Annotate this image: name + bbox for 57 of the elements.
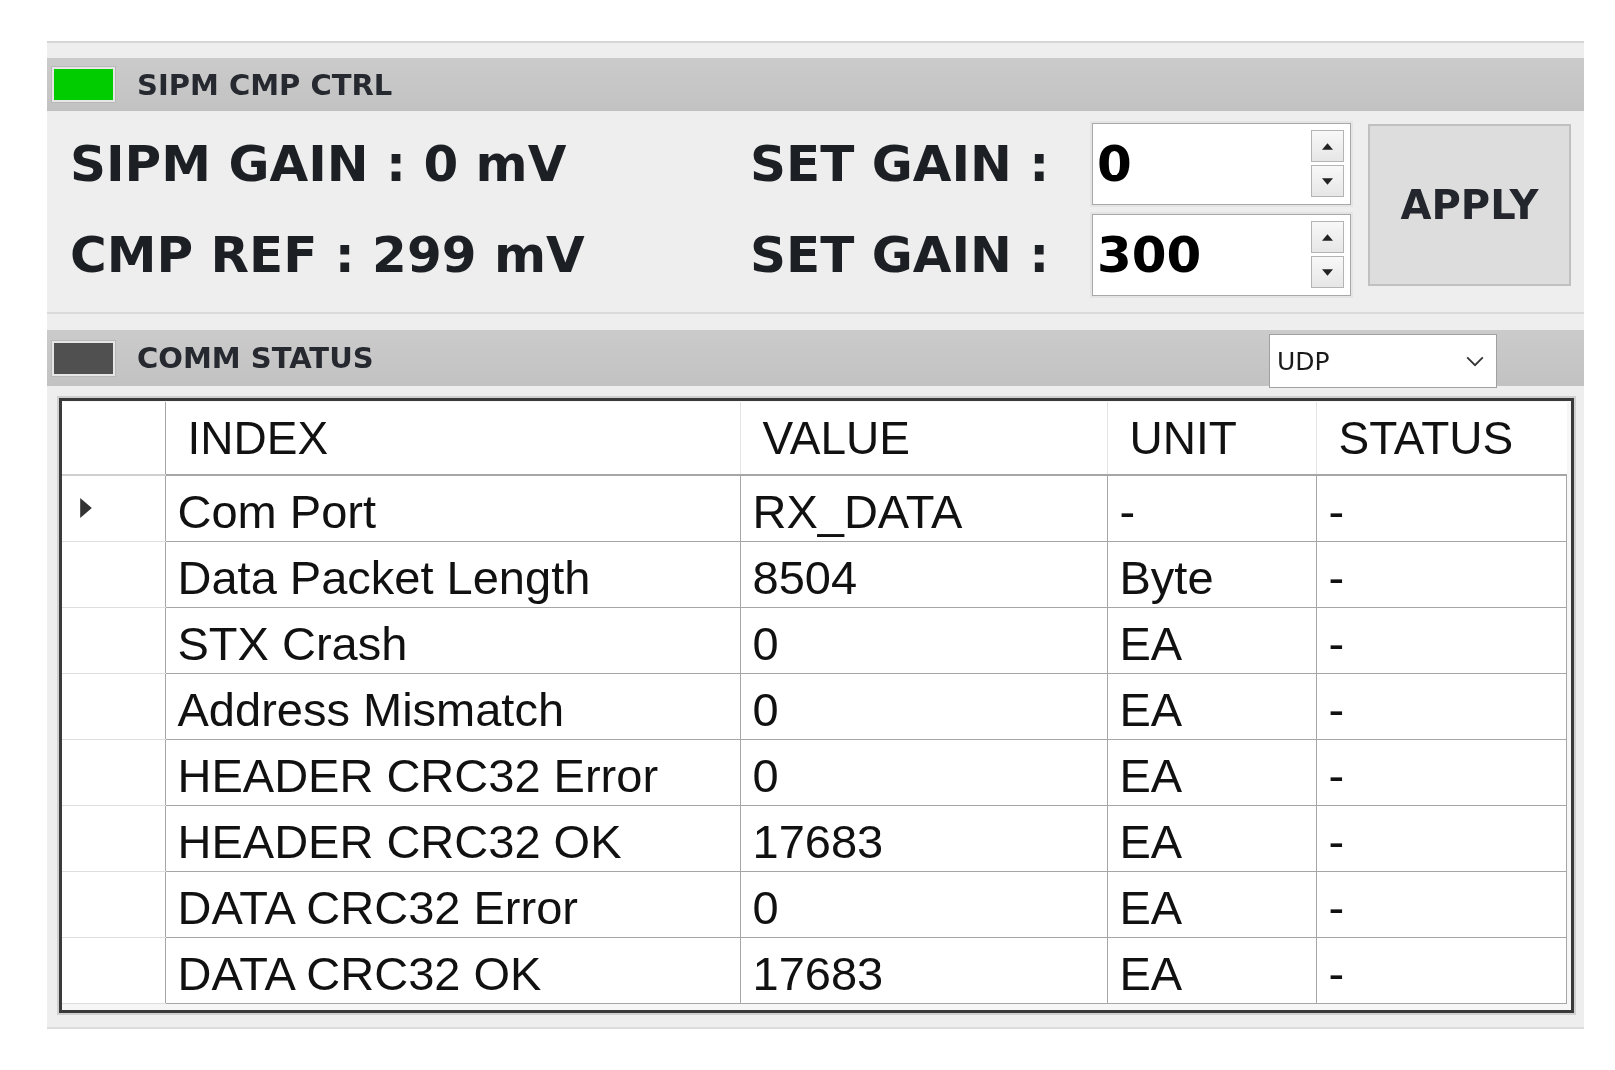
spin-up-button[interactable]: [1311, 130, 1344, 162]
chevron-down-icon: [1466, 355, 1484, 367]
table-cell: -: [1316, 739, 1566, 805]
spin-up-button[interactable]: [1311, 221, 1344, 253]
spin-down-button[interactable]: [1311, 256, 1344, 288]
panel-title: SIPM CMP CTRL: [137, 67, 393, 102]
table-cell: -: [1316, 607, 1566, 673]
table-cell: -: [1316, 937, 1566, 1003]
table-cell: HEADER CRC32 Error: [165, 739, 740, 805]
gain-spinbox[interactable]: 0: [1092, 122, 1351, 205]
table-cell: DATA CRC32 Error: [165, 871, 740, 937]
table-cell: -: [1316, 541, 1566, 607]
table-cell: 0: [740, 739, 1107, 805]
table-cell: Data Packet Length: [165, 541, 740, 607]
table-cell: EA: [1107, 871, 1316, 937]
table-cell: Com Port: [165, 475, 740, 541]
table-cell: DATA CRC32 OK: [165, 937, 740, 1003]
gain-spinbox[interactable]: 300: [1092, 213, 1351, 296]
column-header[interactable]: UNIT: [1107, 402, 1316, 475]
table-cell: EA: [1107, 673, 1316, 739]
table-cell: 17683: [740, 937, 1107, 1003]
table-cell: -: [1316, 475, 1566, 541]
table-cell: 8504: [740, 541, 1107, 607]
column-header[interactable]: VALUE: [740, 402, 1107, 475]
table-cell: EA: [1107, 607, 1316, 673]
protocol-dropdown[interactable]: UDP: [1269, 334, 1497, 388]
table-cell: EA: [1107, 937, 1316, 1003]
panel-title: COMM STATUS: [137, 341, 374, 375]
down-triangle-icon: [1322, 268, 1333, 276]
table-cell: 0: [740, 673, 1107, 739]
table-cell: -: [1107, 475, 1316, 541]
table-cell: -: [1316, 871, 1566, 937]
up-triangle-icon: [1322, 142, 1333, 150]
table-cell: -: [1316, 673, 1566, 739]
table-cell: 17683: [740, 805, 1107, 871]
column-header[interactable]: STATUS: [1316, 402, 1566, 475]
setpoint-label: SET GAIN :: [750, 225, 1051, 284]
up-triangle-icon: [1322, 233, 1333, 241]
table-cell: 0: [740, 607, 1107, 673]
apply-button[interactable]: APPLY: [1368, 124, 1571, 286]
down-triangle-icon: [1322, 177, 1333, 185]
table-cell: STX Crash: [165, 607, 740, 673]
reading-label: SIPM GAIN : 0 mV: [70, 134, 568, 193]
table-cell: HEADER CRC32 OK: [165, 805, 740, 871]
reading-label: CMP REF : 299 mV: [70, 225, 586, 284]
gain-input[interactable]: 0: [1093, 123, 1301, 204]
table-cell: EA: [1107, 739, 1316, 805]
spin-down-button[interactable]: [1311, 165, 1344, 197]
gain-input[interactable]: 300: [1093, 214, 1301, 295]
table-cell: RX_DATA: [740, 475, 1107, 541]
table-cell: -: [1316, 805, 1566, 871]
table-cell: 0: [740, 871, 1107, 937]
setpoint-label: SET GAIN :: [750, 134, 1051, 193]
table-cell: Byte: [1107, 541, 1316, 607]
table-cell: EA: [1107, 805, 1316, 871]
table-cell: Address Mismatch: [165, 673, 740, 739]
column-header[interactable]: INDEX: [165, 402, 740, 475]
